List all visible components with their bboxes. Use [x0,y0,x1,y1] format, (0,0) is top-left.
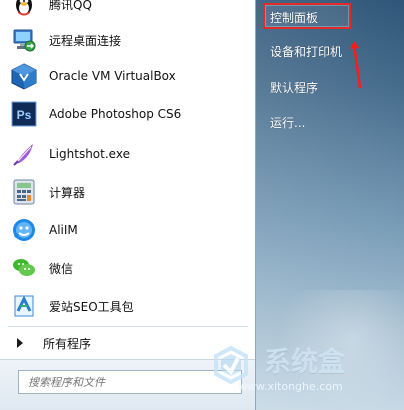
program-pane: 腾讯QQ 远程桌面连接 Oracle VM VirtualBox Ps Adob… [0,0,256,410]
program-label: 远程桌面连接 [49,33,122,48]
photoshop-icon: Ps [9,99,39,129]
program-item-calculator[interactable]: 计算器 [0,174,255,210]
all-programs-button[interactable]: 所有程序 [0,329,255,357]
program-label: 微信 [49,261,74,276]
search-area [0,359,255,410]
program-label: 爱站SEO工具包 [49,299,134,314]
red-arrow-icon [350,41,362,89]
lightshot-feather-icon [9,139,39,169]
program-label: AliIM [49,223,78,237]
aliim-icon [9,215,39,245]
program-label: 计算器 [49,185,86,200]
program-label: 腾讯QQ [49,0,92,12]
aizhan-seo-icon [9,291,39,321]
qq-penguin-icon [9,0,39,19]
all-programs-label: 所有程序 [43,336,92,351]
run-link[interactable]: 运行... [270,114,305,131]
right-triangle-icon [17,338,23,348]
program-item-lightshot[interactable]: Lightshot.exe [0,136,255,172]
program-label: Oracle VM VirtualBox [49,69,176,83]
program-item-virtualbox[interactable]: Oracle VM VirtualBox [0,58,255,94]
program-label: Adobe Photoshop CS6 [49,107,182,121]
calculator-icon [9,177,39,207]
program-item-remote-desktop[interactable]: 远程桌面连接 [0,22,255,58]
program-item-aizhan-seo[interactable]: 爱站SEO工具包 [0,288,255,324]
program-list: 腾讯QQ 远程桌面连接 Oracle VM VirtualBox Ps Adob… [0,0,255,322]
program-list-separator [8,326,248,327]
program-label: Lightshot.exe [49,147,130,161]
control-panel-link[interactable]: 控制面板 [270,9,318,26]
wechat-icon [9,253,39,283]
devices-printers-link[interactable]: 设备和打印机 [270,43,342,60]
program-item-aliim[interactable]: AliIM [0,212,255,248]
svg-text:Ps: Ps [17,108,32,122]
program-item-qq[interactable]: 腾讯QQ [0,0,255,22]
program-item-wechat[interactable]: 微信 [0,250,255,286]
start-menu: 腾讯QQ 远程桌面连接 Oracle VM VirtualBox Ps Adob… [0,0,404,410]
glass-reflection [256,290,404,410]
virtualbox-icon [9,61,39,91]
search-input[interactable] [18,370,242,394]
system-links-pane: 控制面板 设备和打印机 默认程序 运行... [256,0,404,410]
remote-desktop-icon [9,25,39,55]
program-item-photoshop[interactable]: Ps Adobe Photoshop CS6 [0,96,255,132]
default-programs-link[interactable]: 默认程序 [270,79,318,96]
